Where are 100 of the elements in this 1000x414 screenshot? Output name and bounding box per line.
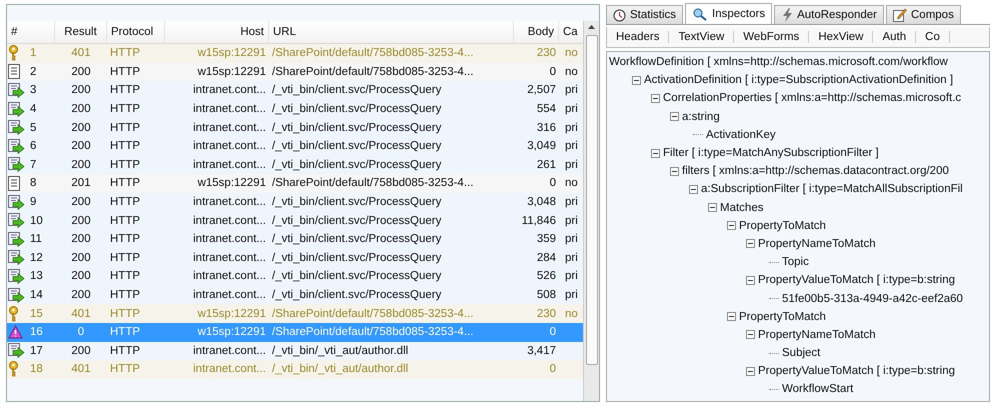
tab[interactable]: Compos xyxy=(886,5,961,24)
tree-node[interactable]: PropertyToMatch xyxy=(739,220,826,232)
tab[interactable]: AutoResponder xyxy=(774,5,884,24)
tree-node[interactable]: filters [ xmlns:a=http://schemas.datacontract.org/200 xyxy=(682,165,949,178)
tab[interactable]: Statistics xyxy=(606,5,684,24)
table-cell-text: 200 xyxy=(70,140,92,152)
session-row[interactable]: 5 200 HTTP intranet.cont... /_vti_bin/client.svc/ProcessQuery 316 pri xyxy=(7,118,583,137)
tree-node[interactable]: ActivationDefinition [ i:type=SubscriptionActivationDefinition ] xyxy=(644,74,954,86)
table-cell-text: intranet.cont... xyxy=(192,363,267,376)
table-cell-text: /_vti_bin/client.svc/ProcessQuery xyxy=(271,196,442,208)
session-row[interactable]: 8 201 HTTP w15sp:12291 /SharePoint/default/758bd085-3253-4... 0 no xyxy=(7,174,583,193)
collapse-icon[interactable] xyxy=(708,203,717,212)
tree-node[interactable]: WorkflowStart xyxy=(782,383,854,396)
tree-node[interactable]: Topic xyxy=(782,256,809,268)
table-cell-text: 200 xyxy=(70,214,92,227)
table-cell-text: 230 xyxy=(536,308,557,320)
session-row[interactable]: 12 200 HTTP intranet.cont... /_vti_bin/client.svc/ProcessQuery 284 pri xyxy=(7,248,583,268)
tree-node[interactable]: CorrelationProperties [ xmlns:a=http://schemas.microsoft.c xyxy=(663,92,962,104)
table-cell-text: w15sp:12291 xyxy=(196,177,267,190)
table-cell-text: 200 xyxy=(70,122,92,134)
session-row[interactable]: 10 200 HTTP intranet.cont... /_vti_bin/client.svc/ProcessQuery 11,846 pri xyxy=(7,211,583,230)
tree-node[interactable]: PropertyValueToMatch [ i:type=b:string xyxy=(758,274,955,286)
table-cell-text: no xyxy=(564,66,579,78)
tree-node[interactable]: PropertyValueToMatch [ i:type=b:string xyxy=(758,365,955,378)
table-cell-text: 6 xyxy=(29,140,38,152)
sub-tab[interactable]: WebForms xyxy=(734,31,810,43)
session-row[interactable]: 9 200 HTTP intranet.cont... /_vti_bin/client.svc/ProcessQuery 3,048 pri xyxy=(7,192,583,212)
table-cell-text: 200 xyxy=(70,233,92,246)
tree-node[interactable]: Filter [ i:type=MatchAnySubscriptionFilter ] xyxy=(663,147,879,160)
tree-node[interactable]: a:SubscriptionFilter [ i:type=MatchAllSubscriptionFil xyxy=(701,183,963,196)
table-cell-text: 316 xyxy=(536,122,557,134)
tree-node[interactable]: ActivationKey xyxy=(706,128,776,141)
sub-tab[interactable]: Co xyxy=(916,31,950,43)
column-header[interactable]: Body xyxy=(514,21,559,43)
column-header[interactable]: Result xyxy=(55,21,107,43)
pencil-note-icon xyxy=(893,8,907,22)
table-cell-text: pri xyxy=(564,270,579,282)
table-cell-text: 14 xyxy=(29,289,44,302)
collapse-icon[interactable] xyxy=(727,312,736,322)
collapse-icon[interactable] xyxy=(670,112,679,122)
session-row[interactable]: 4 200 HTTP intranet.cont... /_vti_bin/client.svc/ProcessQuery 554 pri xyxy=(7,100,583,118)
scrollbar[interactable] xyxy=(583,21,599,401)
session-row[interactable]: 11 200 HTTP intranet.cont... /_vti_bin/client.svc/ProcessQuery 359 pri xyxy=(7,230,583,249)
sub-tab[interactable]: TextView xyxy=(669,31,734,43)
column-header[interactable]: Protocol xyxy=(107,21,165,43)
sub-tab[interactable]: Headers xyxy=(607,31,670,43)
table-cell-text: 2,507 xyxy=(526,84,557,96)
collapse-icon[interactable] xyxy=(727,221,736,230)
table-cell-text: 200 xyxy=(70,158,92,171)
column-header[interactable]: Host xyxy=(165,21,269,43)
collapse-icon[interactable] xyxy=(651,148,660,158)
tree-node[interactable]: Matches xyxy=(720,202,764,214)
column-header[interactable]: URL xyxy=(269,21,514,43)
collapse-icon[interactable] xyxy=(632,76,641,85)
session-row[interactable]: 17 200 HTTP intranet.cont... /_vti_bin/_vti_aut/author.dll 3,417 xyxy=(7,342,583,360)
tree-node[interactable]: PropertyNameToMatch xyxy=(758,328,876,341)
table-cell-text: intranet.cont... xyxy=(192,233,267,246)
tree-node[interactable]: PropertyToMatch xyxy=(739,310,826,323)
table-cell-text: 200 xyxy=(70,66,92,78)
session-row[interactable]: 2 200 HTTP w15sp:12291 /SharePoint/default/758bd085-3253-4... 0 no xyxy=(7,62,583,82)
key-icon xyxy=(8,306,19,322)
table-cell-text: /_vti_bin/_vti_aut/author.dll xyxy=(271,363,410,376)
tree-node[interactable]: a:string xyxy=(682,110,720,123)
collapse-icon[interactable] xyxy=(746,366,755,376)
table-cell-text: /SharePoint/default/758bd085-3253-4... xyxy=(271,308,474,320)
collapse-icon[interactable] xyxy=(670,166,679,176)
table-cell-text: /_vti_bin/client.svc/ProcessQuery xyxy=(271,158,442,171)
table-cell-text: 284 xyxy=(536,252,557,264)
table-cell-text: HTTP xyxy=(109,233,142,246)
tree-node[interactable]: WorkflowDefinition [ xmlns=http://schemas.microsoft.com/workflow xyxy=(609,56,948,68)
session-row[interactable]: 14 200 HTTP intranet.cont... /_vti_bin/client.svc/ProcessQuery 508 pri xyxy=(7,286,583,304)
collapse-icon[interactable] xyxy=(746,239,755,248)
sub-tab[interactable]: Auth xyxy=(873,31,916,43)
session-row[interactable]: 7 200 HTTP intranet.cont... /_vti_bin/client.svc/ProcessQuery 261 pri xyxy=(7,156,583,174)
table-cell-text: /_vti_bin/client.svc/ProcessQuery xyxy=(271,233,442,246)
scroll-thumb[interactable] xyxy=(586,35,598,365)
session-row[interactable]: 6 200 HTTP intranet.cont... /_vti_bin/client.svc/ProcessQuery 3,049 pri xyxy=(7,136,583,156)
table-cell-text: HTTP xyxy=(109,66,142,78)
tab[interactable]: Inspectors xyxy=(685,3,772,24)
session-row[interactable]: 13 200 HTTP intranet.cont... /_vti_bin/client.svc/ProcessQuery 526 pri xyxy=(7,267,583,286)
clock-icon xyxy=(613,8,626,22)
collapse-icon[interactable] xyxy=(651,94,660,103)
table-cell-text: HTTP xyxy=(109,122,142,134)
collapse-icon[interactable] xyxy=(746,276,755,285)
table-cell-text: no xyxy=(564,177,579,190)
session-row[interactable]: 3 200 HTTP intranet.cont... /_vti_bin/client.svc/ProcessQuery 2,507 pri xyxy=(7,81,583,100)
collapse-icon[interactable] xyxy=(746,330,755,340)
table-cell-text: 401 xyxy=(70,308,92,320)
table-cell-text: w15sp:12291 xyxy=(196,308,267,320)
table-cell-text: w15sp:12291 xyxy=(196,326,267,338)
column-header[interactable]: # xyxy=(7,21,55,43)
table-cell-text: pri xyxy=(564,196,579,208)
sub-tab[interactable]: HexView xyxy=(809,31,874,43)
table-cell-text: /_vti_bin/client.svc/ProcessQuery xyxy=(271,84,442,96)
tree-node[interactable]: Subject xyxy=(782,347,820,360)
tree-node[interactable]: PropertyNameToMatch xyxy=(758,238,876,250)
tree-node[interactable]: 51fe00b5-313a-4949-a42c-eef2a60 xyxy=(782,292,963,305)
table-cell-text: pri xyxy=(564,103,579,116)
collapse-icon[interactable] xyxy=(689,184,698,194)
table-cell-text: w15sp:12291 xyxy=(196,47,267,60)
